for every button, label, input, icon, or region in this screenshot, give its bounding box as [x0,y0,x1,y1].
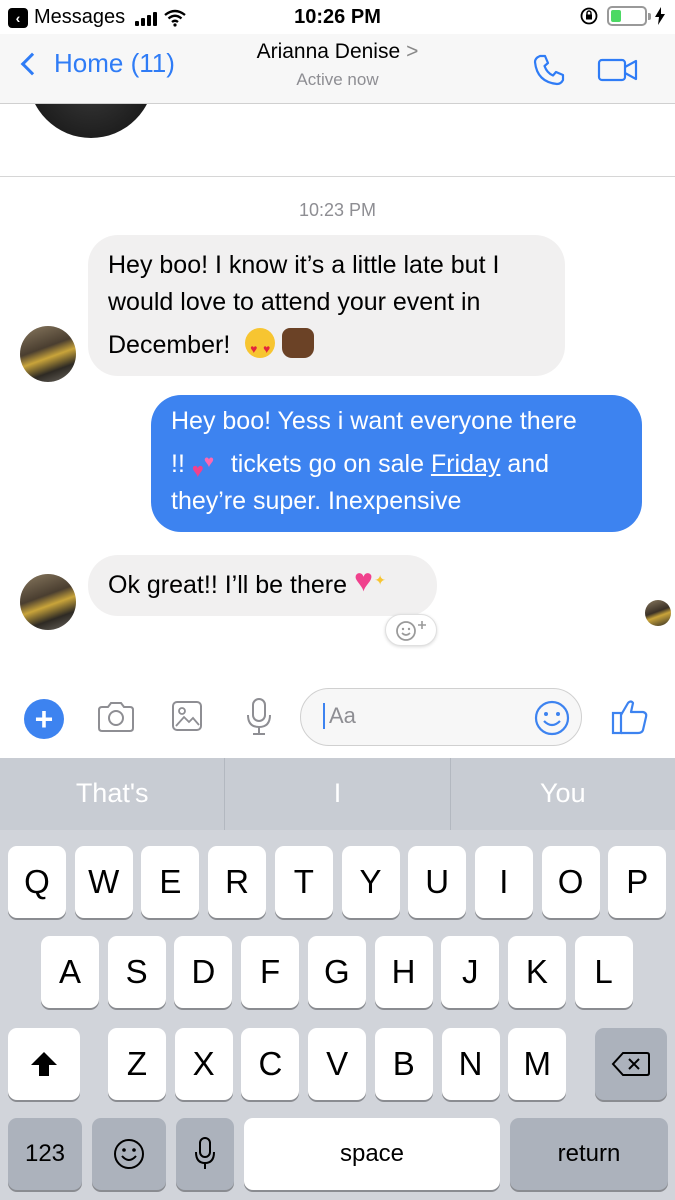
sparkling-heart-emoji-icon: ♥ ✦ [353,562,386,598]
message-input[interactable]: Aa [300,688,582,746]
charging-bolt-icon [655,7,665,25]
battery-icon [607,6,651,26]
call-actions [531,52,639,88]
camera-icon[interactable] [96,700,136,734]
suggestion[interactable]: You [451,758,675,830]
message-line: Hey boo! I know it’s a little late but I [108,251,500,279]
status-time: 10:26 PM [294,6,381,28]
shift-arrow-icon [31,1052,57,1076]
message-line: Hey boo! Yess i want everyone there [171,407,577,435]
key-h[interactable]: H [374,936,433,1008]
thread-divider [0,176,675,177]
add-reaction-button[interactable] [385,614,437,646]
key-c[interactable]: C [241,1028,300,1100]
chevron-right-icon: > [406,40,419,63]
space-key[interactable]: space [244,1118,500,1190]
status-bar: ‹ Messages 10:26 PM [0,0,675,34]
orientation-lock-icon [580,7,598,25]
conversation-header: Home (11) Arianna Denise > Active now [0,34,675,104]
emoji-icon[interactable] [533,699,571,737]
key-k[interactable]: K [507,936,566,1008]
plus-icon[interactable]: + [24,699,64,739]
message-composer: + Aa [0,682,675,758]
add-reaction-icon [396,621,426,641]
contact-name: Arianna Denise [256,40,401,63]
status-right [579,6,665,26]
video-call-icon[interactable] [597,56,639,84]
key-u[interactable]: U [408,846,467,918]
key-y[interactable]: Y [341,846,400,918]
emoji-keyboard-icon [114,1139,144,1169]
key-d[interactable]: D [174,936,233,1008]
raising-hands-emoji-icon [282,328,315,358]
delete-key[interactable] [595,1028,667,1100]
key-a[interactable]: A [41,936,99,1008]
message-text: !! [171,450,185,478]
key-x[interactable]: X [174,1028,233,1100]
backspace-icon [611,1052,650,1076]
key-i[interactable]: I [474,846,533,918]
predictive-text-bar: That's I You [0,758,675,830]
key-b[interactable]: B [374,1028,433,1100]
return-key[interactable]: return [510,1118,668,1190]
dictation-key[interactable] [176,1118,234,1190]
contact-avatar[interactable] [20,326,76,382]
suggestion[interactable]: I [225,758,451,830]
key-p[interactable]: P [608,846,667,918]
message-text: and [507,450,550,478]
key-e[interactable]: E [141,846,200,918]
heart-eyes-emoji-icon [245,328,276,368]
key-q[interactable]: Q [8,846,66,918]
message-input-placeholder: Aa [323,703,356,729]
photo-icon[interactable] [170,699,204,733]
key-o[interactable]: O [541,846,600,918]
shift-key[interactable] [8,1028,80,1100]
microphone-icon[interactable] [244,696,274,738]
key-n[interactable]: N [441,1028,500,1100]
key-m[interactable]: M [508,1028,567,1100]
contact-avatar[interactable] [20,574,76,630]
message-thread[interactable]: 10:23 PM Hey boo! I know it’s a little l… [0,104,675,682]
incoming-message-bubble[interactable]: Ok great!! I’ll be there ♥ ✦ [88,555,437,616]
key-z[interactable]: Z [108,1028,166,1100]
thumbs-up-icon[interactable] [610,698,650,736]
numbers-key[interactable]: 123 [8,1118,82,1190]
message-text: tickets go on sale [230,450,424,478]
suggestion[interactable]: That's [0,758,226,830]
message-line: would love to attend your event in [108,288,481,316]
incoming-message-bubble[interactable]: Hey boo! I know it’s a little late but I… [88,235,565,376]
key-w[interactable]: W [74,846,133,918]
two-hearts-emoji-icon: ♥ ♥ [191,452,214,482]
key-g[interactable]: G [307,936,366,1008]
message-line: they’re super. Inexpensive [171,487,462,515]
key-s[interactable]: S [107,936,166,1008]
dictation-microphone-icon [195,1137,215,1169]
key-j[interactable]: J [441,936,500,1008]
emoji-keyboard-key[interactable] [92,1118,166,1190]
key-f[interactable]: F [241,936,300,1008]
message-text: Ok great!! I’ll be there [108,571,348,599]
contact-profile-photo[interactable] [28,104,154,138]
message-link[interactable]: Friday [431,450,500,478]
key-v[interactable]: V [308,1028,367,1100]
read-receipt-avatar [645,600,671,626]
outgoing-message-bubble[interactable]: Hey boo! Yess i want everyone there !! ♥… [151,395,642,532]
key-r[interactable]: R [208,846,267,918]
message-timestamp: 10:23 PM [298,200,377,220]
message-line: December! [108,331,231,359]
ios-keyboard: That's I You QWERTYUIOPASDFGHJKLZXCVBNM1… [0,758,675,1200]
phone-call-icon[interactable] [531,52,567,88]
key-t[interactable]: T [274,846,333,918]
key-l[interactable]: L [574,936,633,1008]
